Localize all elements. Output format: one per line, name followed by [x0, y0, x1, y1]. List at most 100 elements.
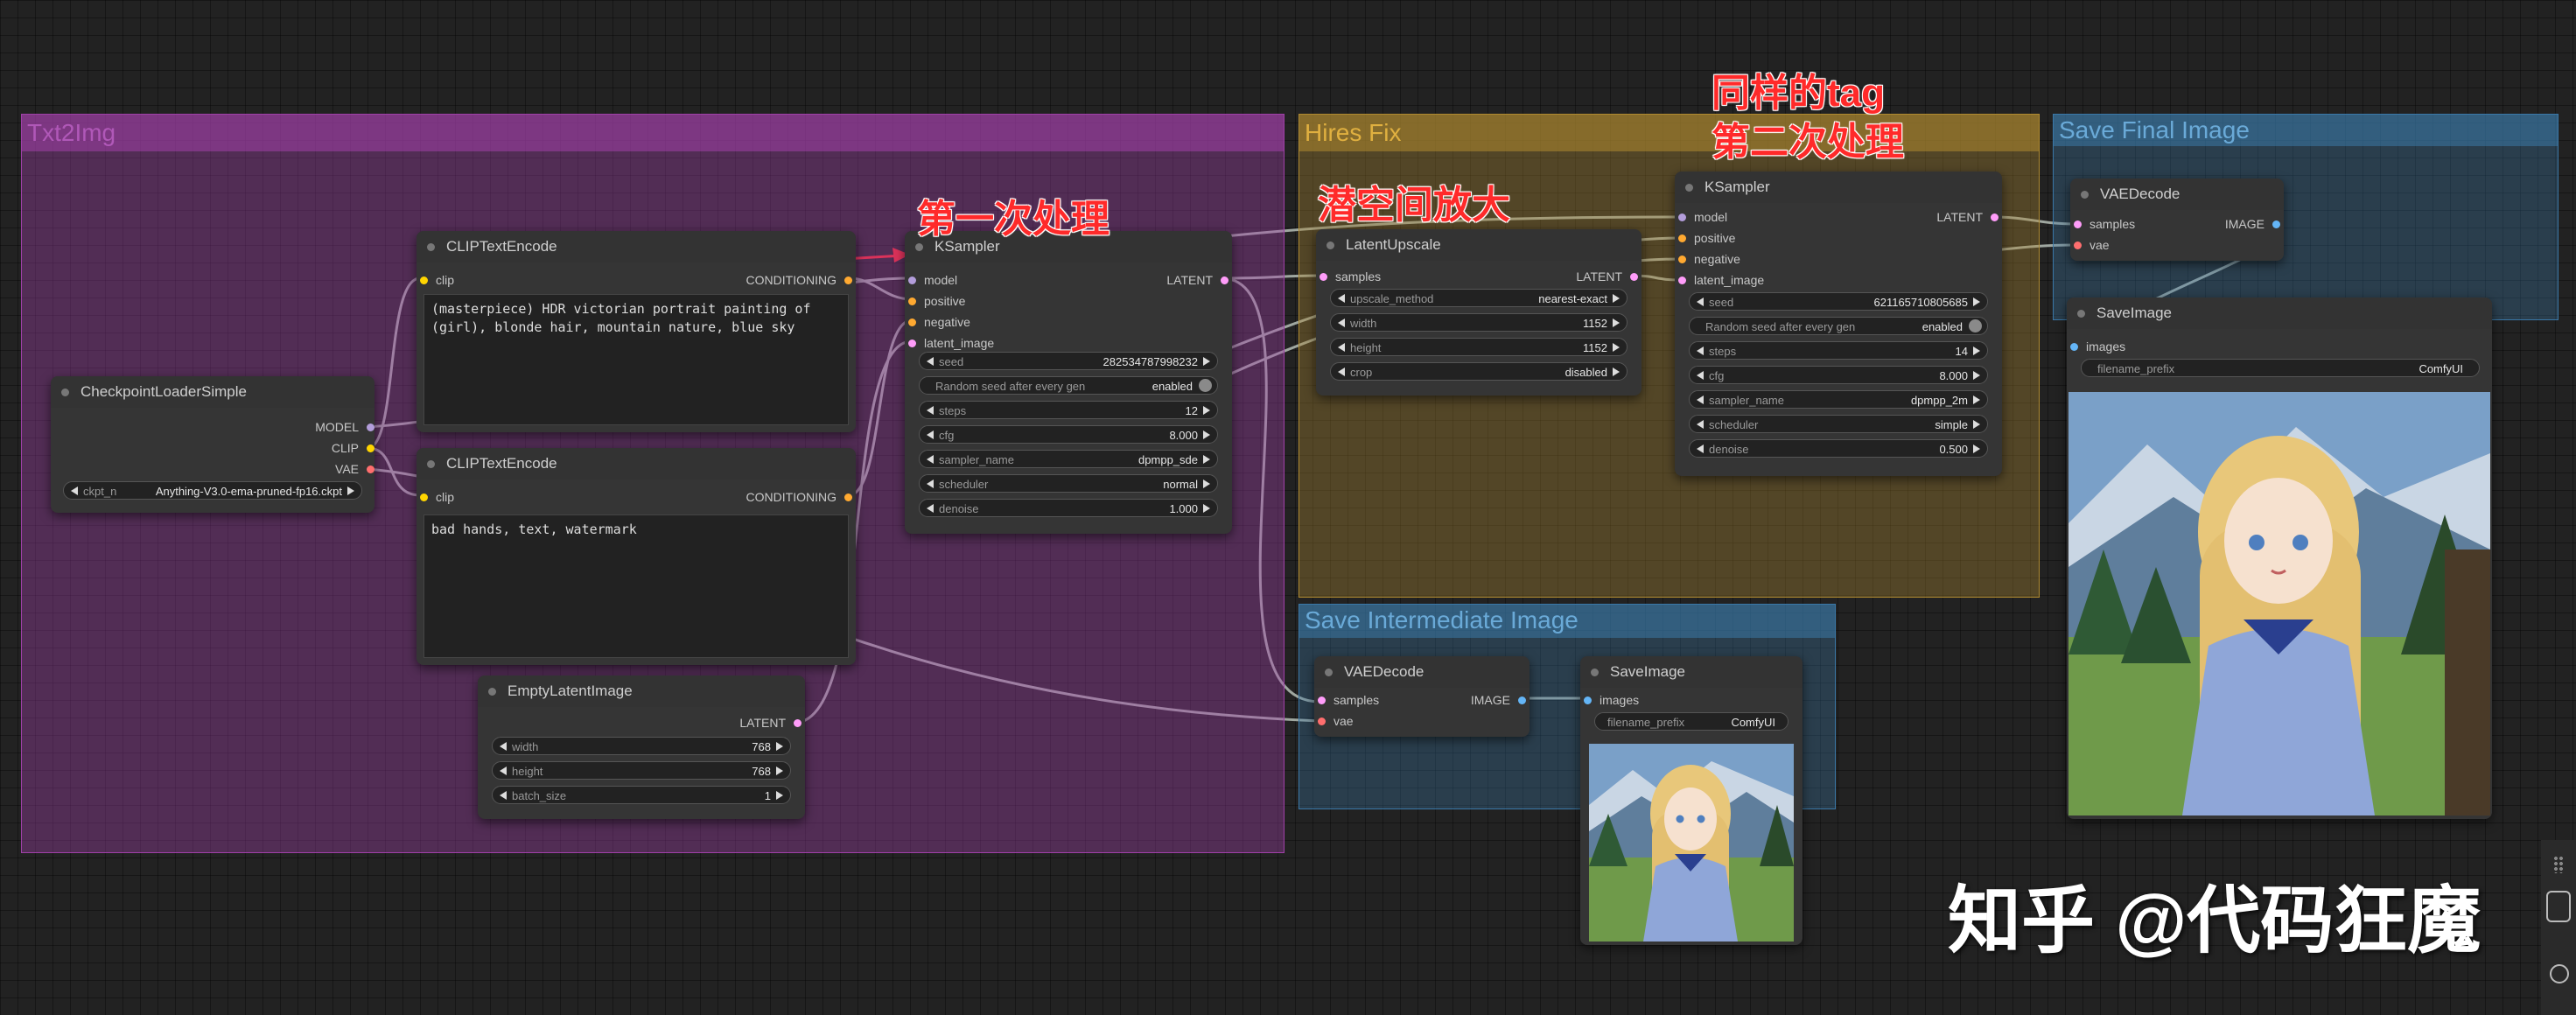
node-ksampler-first-pass[interactable]: KSampler model positive negative latent_…: [905, 231, 1232, 534]
drag-handle-icon[interactable]: [2553, 856, 2564, 873]
node-graph-canvas[interactable]: Txt2Img Hires Fix Save Final Image Save …: [0, 0, 2576, 1015]
arrow-left-icon[interactable]: [71, 486, 78, 495]
arrow-right-icon[interactable]: [1613, 318, 1620, 327]
height-widget[interactable]: height 768: [492, 761, 791, 780]
scheduler-widget[interactable]: scheduler simple: [1689, 415, 1988, 433]
input-images[interactable]: images: [2070, 340, 2125, 354]
arrow-left-icon[interactable]: [1697, 396, 1704, 404]
output-latent[interactable]: LATENT: [1936, 210, 1998, 224]
arrow-left-icon[interactable]: [927, 504, 934, 513]
input-samples[interactable]: samples: [1318, 693, 1379, 707]
positive-prompt-textarea[interactable]: (masterpiece) HDR victorian portrait pai…: [424, 294, 849, 425]
collapse-dot[interactable]: [2077, 310, 2085, 318]
output-conditioning[interactable]: CONDITIONING: [746, 273, 852, 287]
arrow-right-icon[interactable]: [1973, 396, 1980, 404]
arrow-right-icon[interactable]: [1613, 294, 1620, 303]
arrow-left-icon[interactable]: [927, 406, 934, 415]
arrow-left-icon[interactable]: [1697, 371, 1704, 380]
input-positive[interactable]: positive: [908, 294, 965, 308]
collapse-dot[interactable]: [1591, 668, 1599, 676]
collapse-dot[interactable]: [427, 243, 435, 251]
node-latent-upscale[interactable]: LatentUpscale samples LATENT upscale_met…: [1316, 229, 1642, 396]
filename-prefix-field[interactable]: filename_prefix ComfyUI: [2081, 359, 2480, 377]
input-negative[interactable]: negative: [908, 315, 970, 329]
arrow-left-icon[interactable]: [1338, 368, 1345, 376]
arrow-right-icon[interactable]: [1613, 343, 1620, 352]
seed-widget[interactable]: seed 282534787998232: [919, 352, 1218, 370]
arrow-right-icon[interactable]: [1203, 504, 1210, 513]
arrow-right-icon[interactable]: [1203, 455, 1210, 464]
arrow-left-icon[interactable]: [927, 455, 934, 464]
cfg-widget[interactable]: cfg 8.000: [919, 425, 1218, 444]
node-title-bar[interactable]: VAEDecode: [1314, 656, 1530, 688]
filename-prefix-field[interactable]: filename_prefix ComfyUI: [1594, 712, 1788, 731]
node-title-bar[interactable]: EmptyLatentImage: [478, 676, 805, 707]
input-vae[interactable]: vae: [1318, 714, 1354, 728]
node-vae-decode-intermediate[interactable]: VAEDecode samples vae IMAGE: [1314, 656, 1530, 737]
width-widget[interactable]: width 768: [492, 737, 791, 755]
arrow-right-icon[interactable]: [1203, 406, 1210, 415]
arrow-left-icon[interactable]: [1697, 420, 1704, 429]
arrow-left-icon[interactable]: [1338, 318, 1345, 327]
input-clip[interactable]: clip: [420, 490, 454, 504]
input-images[interactable]: images: [1584, 693, 1639, 707]
arrow-left-icon[interactable]: [927, 357, 934, 366]
node-save-image-intermediate[interactable]: SaveImage images filename_prefix ComfyUI: [1580, 656, 1802, 945]
output-clip[interactable]: CLIP: [332, 441, 374, 455]
intermediate-image-preview[interactable]: [1589, 744, 1794, 942]
random-seed-toggle[interactable]: Random seed after every gen enabled: [919, 376, 1218, 395]
node-empty-latent-image[interactable]: EmptyLatentImage LATENT width 768 height 7…: [478, 676, 805, 819]
output-image[interactable]: IMAGE: [2225, 217, 2280, 231]
arrow-right-icon[interactable]: [776, 766, 783, 775]
output-latent[interactable]: LATENT: [1576, 270, 1638, 284]
node-ksampler-second-pass[interactable]: KSampler model positive negative latent_…: [1675, 172, 2002, 476]
node-title-bar[interactable]: VAEDecode: [2070, 178, 2284, 210]
collapse-dot[interactable]: [2081, 191, 2089, 199]
collapse-dot[interactable]: [1685, 184, 1693, 192]
node-title-bar[interactable]: CheckpointLoaderSimple: [51, 376, 374, 408]
node-checkpoint-loader[interactable]: CheckpointLoaderSimple MODEL CLIP VAE ck…: [51, 376, 374, 513]
node-save-image-final[interactable]: SaveImage images filename_prefix ComfyUI: [2067, 298, 2492, 819]
arrow-left-icon[interactable]: [927, 430, 934, 439]
input-negative[interactable]: negative: [1678, 252, 1740, 266]
floating-menu-strip[interactable]: [2541, 840, 2576, 1015]
arrow-right-icon[interactable]: [1613, 368, 1620, 376]
height-widget[interactable]: height 1152: [1330, 338, 1628, 356]
arrow-right-icon[interactable]: [1973, 420, 1980, 429]
menu-button[interactable]: [2546, 891, 2571, 922]
node-title-bar[interactable]: KSampler: [1675, 172, 2002, 203]
sampler-name-widget[interactable]: sampler_name dpmpp_sde: [919, 450, 1218, 468]
output-model[interactable]: MODEL: [315, 420, 374, 434]
arrow-right-icon[interactable]: [1973, 298, 1980, 306]
scheduler-widget[interactable]: scheduler normal: [919, 474, 1218, 493]
arrow-right-icon[interactable]: [1203, 430, 1210, 439]
input-clip[interactable]: clip: [420, 273, 454, 287]
steps-widget[interactable]: steps 12: [919, 401, 1218, 419]
input-latent-image[interactable]: latent_image: [1678, 273, 1764, 287]
arrow-left-icon[interactable]: [500, 742, 507, 751]
node-vae-decode-final[interactable]: VAEDecode samples vae IMAGE: [2070, 178, 2284, 261]
collapse-dot[interactable]: [915, 243, 923, 251]
upscale-method-combo[interactable]: upscale_method nearest-exact: [1330, 289, 1628, 307]
denoise-widget[interactable]: denoise 0.500: [1689, 439, 1988, 458]
collapse-dot[interactable]: [488, 688, 496, 696]
arrow-left-icon[interactable]: [1697, 298, 1704, 306]
arrow-left-icon[interactable]: [1338, 294, 1345, 303]
search-icon[interactable]: [2550, 964, 2569, 984]
input-vae[interactable]: vae: [2074, 238, 2110, 252]
arrow-right-icon[interactable]: [776, 742, 783, 751]
input-latent-image[interactable]: latent_image: [908, 336, 994, 350]
arrow-right-icon[interactable]: [1973, 371, 1980, 380]
input-samples[interactable]: samples: [2074, 217, 2135, 231]
input-samples[interactable]: samples: [1320, 270, 1381, 284]
node-title-bar[interactable]: SaveImage: [1580, 656, 1802, 688]
ckpt-name-combo[interactable]: ckpt_n Anything-V3.0-ema-pruned-fp16.ckp…: [63, 481, 362, 500]
crop-combo[interactable]: crop disabled: [1330, 362, 1628, 381]
node-clip-text-encode-positive[interactable]: CLIPTextEncode clip CONDITIONING (master…: [416, 231, 856, 432]
batch-size-widget[interactable]: batch_size 1: [492, 786, 791, 804]
node-title-bar[interactable]: SaveImage: [2067, 298, 2492, 329]
node-title-bar[interactable]: CLIPTextEncode: [416, 231, 856, 262]
negative-prompt-textarea[interactable]: bad hands, text, watermark: [424, 514, 849, 658]
seed-widget[interactable]: seed 621165710805685: [1689, 292, 1988, 311]
arrow-left-icon[interactable]: [1338, 343, 1345, 352]
